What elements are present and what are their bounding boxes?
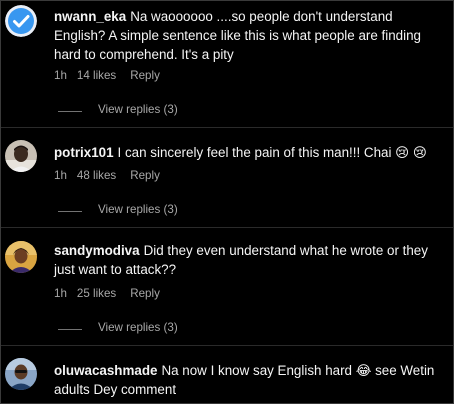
comment-likes[interactable]: 48 likes [77,169,116,182]
comment-text-block: oluwacashmade Na now I know say English h… [54,361,446,399]
profile-photo-icon [5,140,37,172]
comment-meta: 1h 25 likes Reply [54,287,160,300]
avatar[interactable] [5,140,37,172]
comment-text-block: nwann_eka Na waoooooo ....so people don't… [54,7,446,64]
replies-line [58,329,82,330]
view-replies-label[interactable]: View replies (3) [98,321,178,334]
profile-photo-icon [5,241,37,273]
reply-button[interactable]: Reply [130,287,160,300]
reply-button[interactable]: Reply [130,69,160,82]
divider [1,127,453,128]
comment-text: I can sincerely feel the pain of this ma… [117,145,427,160]
divider [1,345,453,346]
reply-button[interactable]: Reply [130,169,160,182]
comment-username[interactable]: potrix101 [54,145,114,160]
divider [1,227,453,228]
verified-badge-icon [5,5,37,37]
comment-likes[interactable]: 14 likes [77,69,116,82]
comment-likes[interactable]: 25 likes [77,287,116,300]
comment-text-block: sandymodiva Did they even understand what… [54,241,446,279]
comment-username[interactable]: nwann_eka [54,9,126,24]
profile-photo-icon [5,358,37,390]
comment-time: 1h [54,169,67,182]
avatar[interactable] [5,241,37,273]
replies-line [58,211,82,212]
comment-text-block: potrix101 I can sincerely feel the pain o… [54,143,446,162]
replies-line [58,111,82,112]
comments-panel: nwann_eka Na waoooooo ....so people don't… [0,0,454,404]
view-replies-label[interactable]: View replies (3) [98,203,178,216]
view-replies-label[interactable]: View replies (3) [98,103,178,116]
avatar[interactable] [5,358,37,390]
comment-username[interactable]: oluwacashmade [54,363,157,378]
comment-meta: 1h 48 likes Reply [54,169,160,182]
comment-time: 1h [54,287,67,300]
comment-time: 1h [54,69,67,82]
comment-username[interactable]: sandymodiva [54,243,140,258]
avatar[interactable] [5,5,37,37]
comment-meta: 1h 14 likes Reply [54,69,160,82]
